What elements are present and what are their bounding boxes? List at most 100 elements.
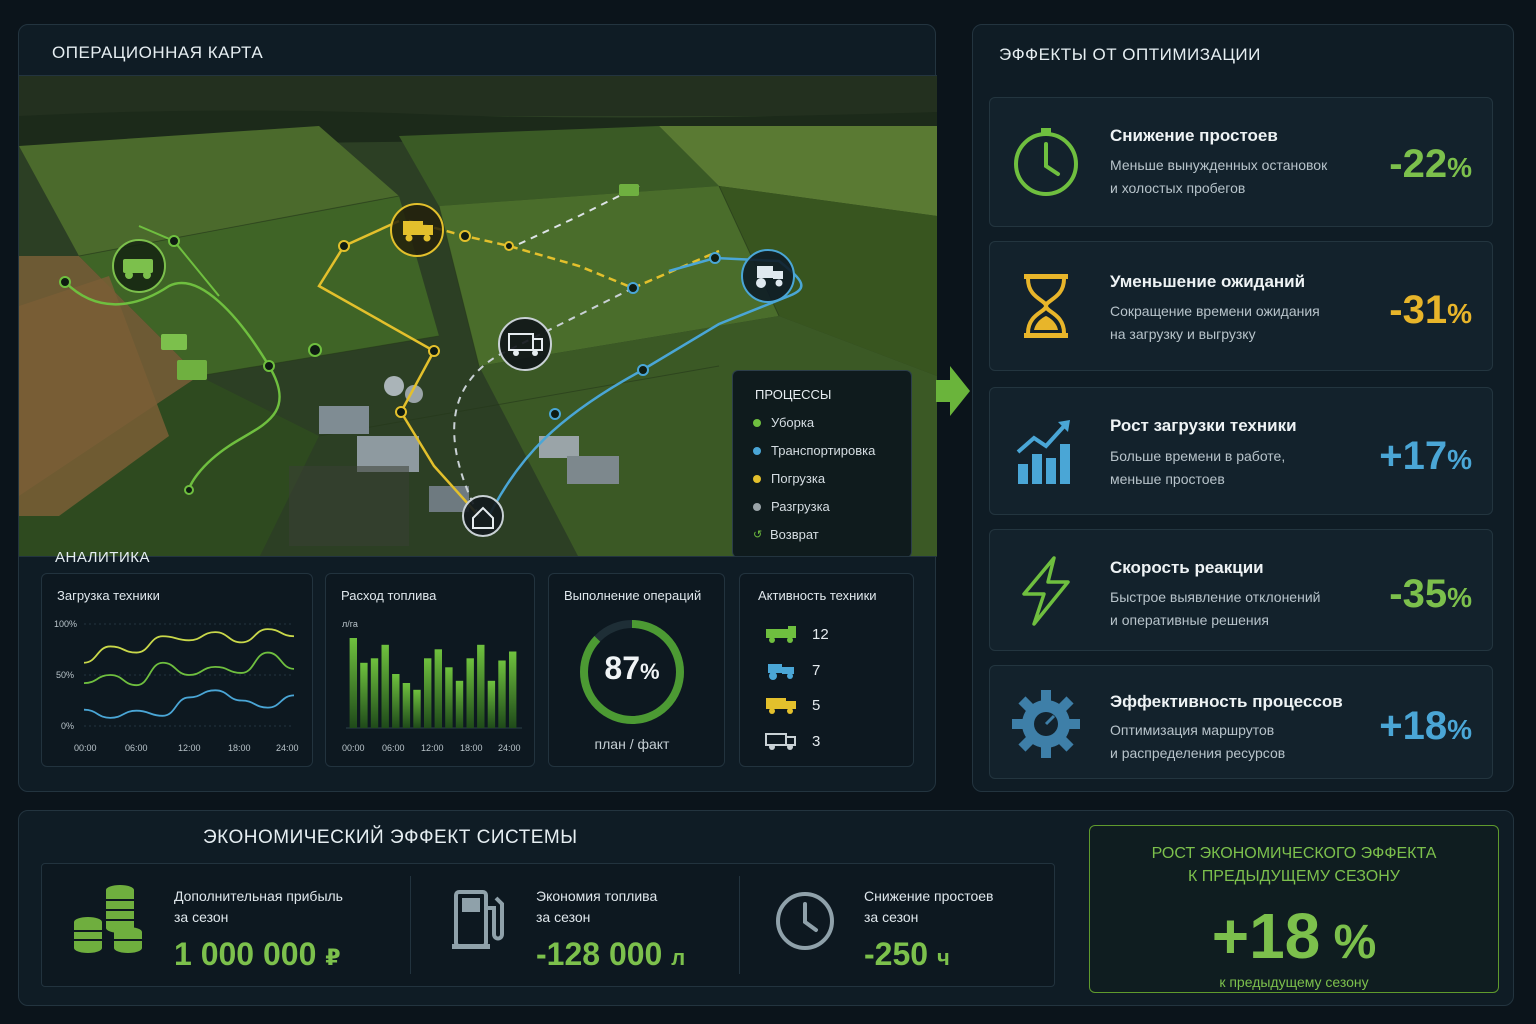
effect-description: Быстрое выявление отклонений и оперативны… — [1110, 589, 1321, 628]
legend-label: Транспортировка — [771, 443, 876, 458]
y-tick-label: 50% — [56, 670, 74, 680]
y-tick-label: 100% — [54, 619, 77, 629]
legend-label: Возврат — [770, 527, 819, 542]
load-series-line — [83, 651, 295, 687]
operational-map-panel: ОПЕРАЦИОННАЯ КАРТА ПРОЦЕССЫ Уборка Транс… — [18, 24, 937, 792]
harvester-vehicle[interactable] — [177, 360, 207, 380]
fuel-chart: л/га 00:00 06:00 12:00 18:00 24:00 — [342, 619, 522, 753]
fuel-bar — [487, 680, 496, 729]
effect-waiting[interactable]: Уменьшение ожиданий Сокращение времени о… — [989, 241, 1493, 371]
clock-icon — [776, 892, 834, 950]
growth-highlight: РОСТ ЭКОНОМИЧЕСКОГО ЭФФЕКТА К ПРЕДЫДУЩЕМУ… — [1089, 825, 1499, 993]
load-series-line — [83, 628, 295, 664]
fuel-bar — [413, 689, 421, 729]
fuel-bar — [402, 683, 411, 728]
legend-item-loading[interactable]: Погрузка — [753, 471, 825, 486]
home-base-marker[interactable] — [462, 495, 504, 537]
activity-count: 12 — [812, 626, 829, 643]
effect-reaction[interactable]: Скорость реакции Быстрое выявление откло… — [989, 529, 1493, 651]
x-tick-label: 06:00 — [125, 743, 148, 753]
operations-caption: план / факт — [594, 736, 670, 752]
harvester-vehicle[interactable] — [161, 334, 187, 350]
tractor-marker[interactable] — [741, 249, 795, 303]
legend-item-unloading[interactable]: Разгрузка — [753, 499, 830, 514]
effect-title: Уменьшение ожиданий — [1110, 272, 1306, 291]
x-tick-label: 12:00 — [178, 743, 201, 753]
effect-value: +18% — [1379, 704, 1472, 748]
effect-value: -35% — [1389, 572, 1472, 616]
legend-label: Погрузка — [771, 471, 826, 486]
van-marker[interactable] — [498, 317, 552, 371]
aerial-map[interactable]: ПРОЦЕССЫ Уборка Транспортировка Погрузка… — [19, 75, 937, 557]
lightning-icon — [1022, 556, 1070, 626]
legend-item-return[interactable]: ↺ Возврат — [753, 527, 819, 542]
fuel-bar — [381, 644, 389, 729]
legend-label: Разгрузка — [771, 499, 830, 514]
x-tick-label: 00:00 — [74, 743, 97, 753]
divider — [410, 876, 411, 974]
growth-title: РОСТ ЭКОНОМИЧЕСКОГО ЭФФЕКТА К ПРЕДЫДУЩЕМУ… — [1151, 845, 1437, 885]
effect-description: Сокращение времени ожидания на загрузку и… — [1110, 303, 1320, 342]
economy-metrics: Дополнительная прибыль за сезон 1 000 000… — [41, 863, 1055, 987]
x-tick-label: 06:00 — [382, 743, 405, 753]
fuel-bar — [349, 638, 357, 728]
return-arrows-icon: ↺ — [753, 529, 763, 541]
effect-value: +17% — [1379, 434, 1472, 478]
effect-description: Меньше вынужденных остановок и холостых п… — [1110, 157, 1328, 196]
legend-item-harvest[interactable]: Уборка — [753, 415, 814, 430]
tractor-vehicle[interactable] — [619, 184, 639, 196]
fuel-bar — [477, 644, 485, 729]
activity-count: 3 — [812, 733, 821, 750]
economy-title: ЭКОНОМИЧЕСКИЙ ЭФФЕКТ СИСТЕМЫ — [203, 827, 578, 848]
flow-arrow-icon — [936, 366, 970, 416]
fuel-bar — [434, 649, 442, 729]
harvester-marker[interactable] — [112, 239, 166, 293]
fuel-bar — [424, 658, 432, 729]
effect-efficiency[interactable]: Эффективность процессов Оптимизация марш… — [989, 665, 1493, 779]
activity-row-van[interactable] — [764, 731, 798, 756]
economic-effect-panel: ЭКОНОМИЧЕСКИЙ ЭФФЕКТ СИСТЕМЫ Дополнитель… — [18, 810, 1514, 1006]
y-tick-label: 0% — [61, 721, 74, 731]
fuel-chart-card: Расход топлива л/га 00:00 06:00 12:00 18… — [325, 573, 535, 767]
growth-chart-icon — [1016, 420, 1070, 484]
effects-panel: ЭФФЕКТЫ ОТ ОПТИМИЗАЦИИ Снижение простоев… — [972, 24, 1514, 792]
economy-value-profit: 1 000 000 ₽ — [174, 936, 341, 972]
legend-dot-icon — [753, 502, 761, 511]
legend-title: ПРОЦЕССЫ — [755, 387, 832, 402]
legend-label: Уборка — [771, 415, 815, 430]
fuel-bar — [360, 662, 368, 729]
fuel-bar — [455, 680, 464, 729]
legend-dot-icon — [753, 418, 761, 427]
activity-row-truck[interactable] — [764, 695, 798, 720]
x-tick-label: 18:00 — [228, 743, 251, 753]
x-tick-label: 24:00 — [498, 743, 521, 753]
map-legend: ПРОЦЕССЫ Уборка Транспортировка Погрузка… — [732, 370, 912, 556]
activity-count: 7 — [812, 662, 821, 679]
load-chart: 100% 50% 0% 00:00 06:00 12:00 18:00 24:0… — [54, 619, 299, 753]
effect-title: Рост загрузки техники — [1110, 416, 1297, 435]
fuel-unit-label: л/га — [342, 619, 358, 629]
legend-dot-icon — [753, 474, 761, 483]
activity-count: 5 — [812, 697, 821, 714]
truck-marker[interactable] — [390, 203, 444, 257]
clock-icon — [1014, 128, 1078, 196]
effect-title: Скорость реакции — [1110, 558, 1264, 577]
van-icon — [765, 733, 796, 750]
x-tick-label: 24:00 — [276, 743, 299, 753]
effect-downtime[interactable]: Снижение простоев Меньше вынужденных ост… — [989, 97, 1493, 227]
fuel-bar — [498, 660, 506, 728]
effect-utilization[interactable]: Рост загрузки техники Больше времени в р… — [989, 387, 1493, 515]
growth-value: +18 % — [1211, 900, 1377, 972]
gear-icon — [1012, 690, 1080, 758]
fuel-pump-icon — [452, 890, 504, 949]
effect-title: Эффективность процессов — [1110, 692, 1343, 711]
map-title: ОПЕРАЦИОННАЯ КАРТА — [52, 43, 264, 62]
activity-row-harvester[interactable] — [764, 624, 798, 649]
activity-row-tractor[interactable] — [764, 660, 798, 685]
growth-caption: к предыдущему сезону — [1219, 974, 1369, 990]
legend-item-transport[interactable]: Транспортировка — [753, 443, 875, 458]
load-series-line — [83, 689, 295, 719]
effect-value: -22% — [1389, 142, 1472, 186]
effects-title: ЭФФЕКТЫ ОТ ОПТИМИЗАЦИИ — [999, 45, 1261, 64]
economy-value-fuel: -128 000 л — [536, 936, 686, 972]
